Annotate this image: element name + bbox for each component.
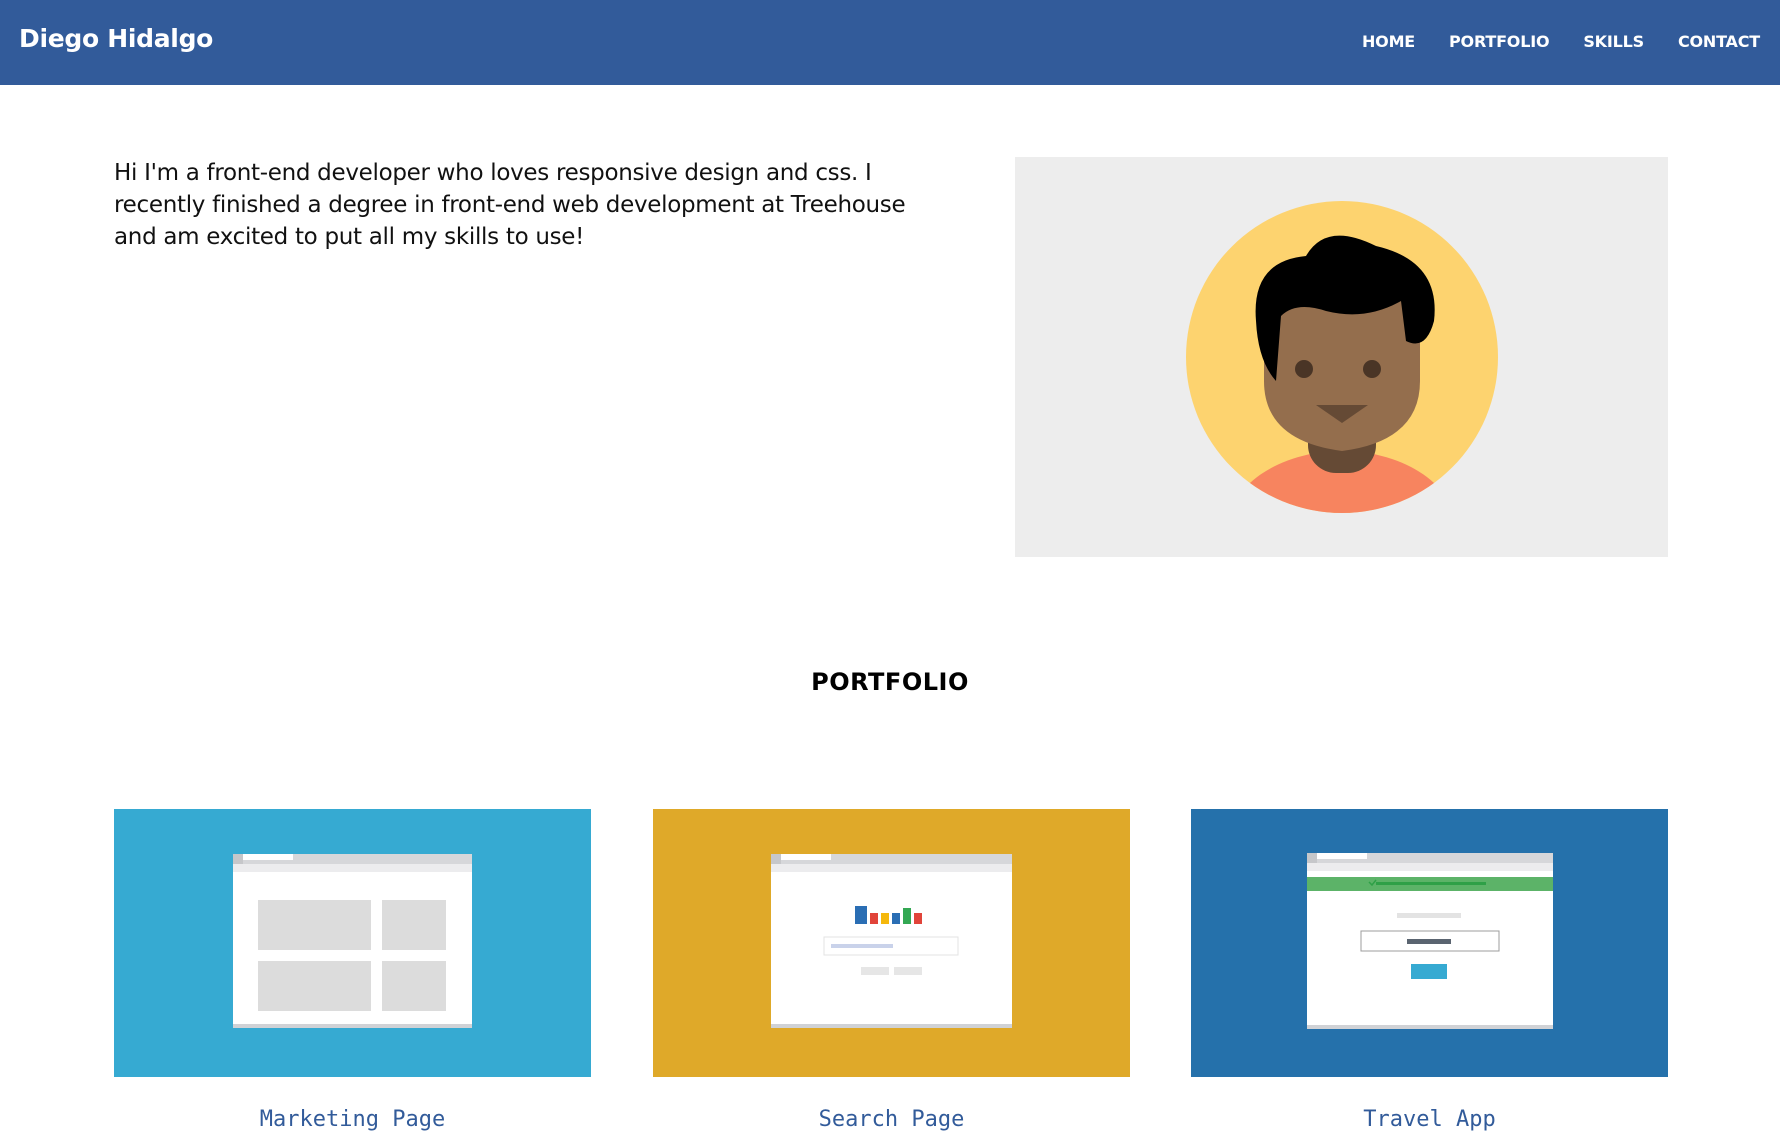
layout-grid-icon xyxy=(114,809,591,1077)
project-thumbnail[interactable] xyxy=(114,809,591,1077)
project-thumbnail[interactable] xyxy=(1191,809,1668,1077)
project-title[interactable]: Marketing Page xyxy=(114,1107,591,1132)
main-menu: HOME PORTFOLIO SKILLS CONTACT xyxy=(1362,32,1760,51)
project-card-marketing[interactable]: Marketing Page xyxy=(114,809,591,1132)
project-title[interactable]: Travel App xyxy=(1191,1107,1668,1132)
project-card-search[interactable]: Search Page xyxy=(653,809,1130,1132)
project-card-travel[interactable]: Travel App xyxy=(1191,809,1668,1132)
nav-contact[interactable]: CONTACT xyxy=(1678,32,1760,51)
travel-form-icon xyxy=(1191,809,1668,1077)
project-title[interactable]: Search Page xyxy=(653,1107,1130,1132)
nav-home[interactable]: HOME xyxy=(1362,32,1415,51)
intro-text: Hi I'm a front-end developer who loves r… xyxy=(114,160,906,250)
avatar-panel xyxy=(1015,157,1668,557)
search-chart-icon xyxy=(653,809,1130,1077)
avatar-illustration-icon xyxy=(1186,201,1498,513)
portfolio-heading: PORTFOLIO xyxy=(811,668,969,696)
top-navbar: Diego Hidalgo HOME PORTFOLIO SKILLS CONT… xyxy=(0,0,1780,85)
brand-logo-link[interactable]: Diego Hidalgo xyxy=(19,24,213,53)
nav-portfolio[interactable]: PORTFOLIO xyxy=(1449,32,1550,51)
project-thumbnail[interactable] xyxy=(653,809,1130,1077)
nav-skills[interactable]: SKILLS xyxy=(1583,32,1644,51)
